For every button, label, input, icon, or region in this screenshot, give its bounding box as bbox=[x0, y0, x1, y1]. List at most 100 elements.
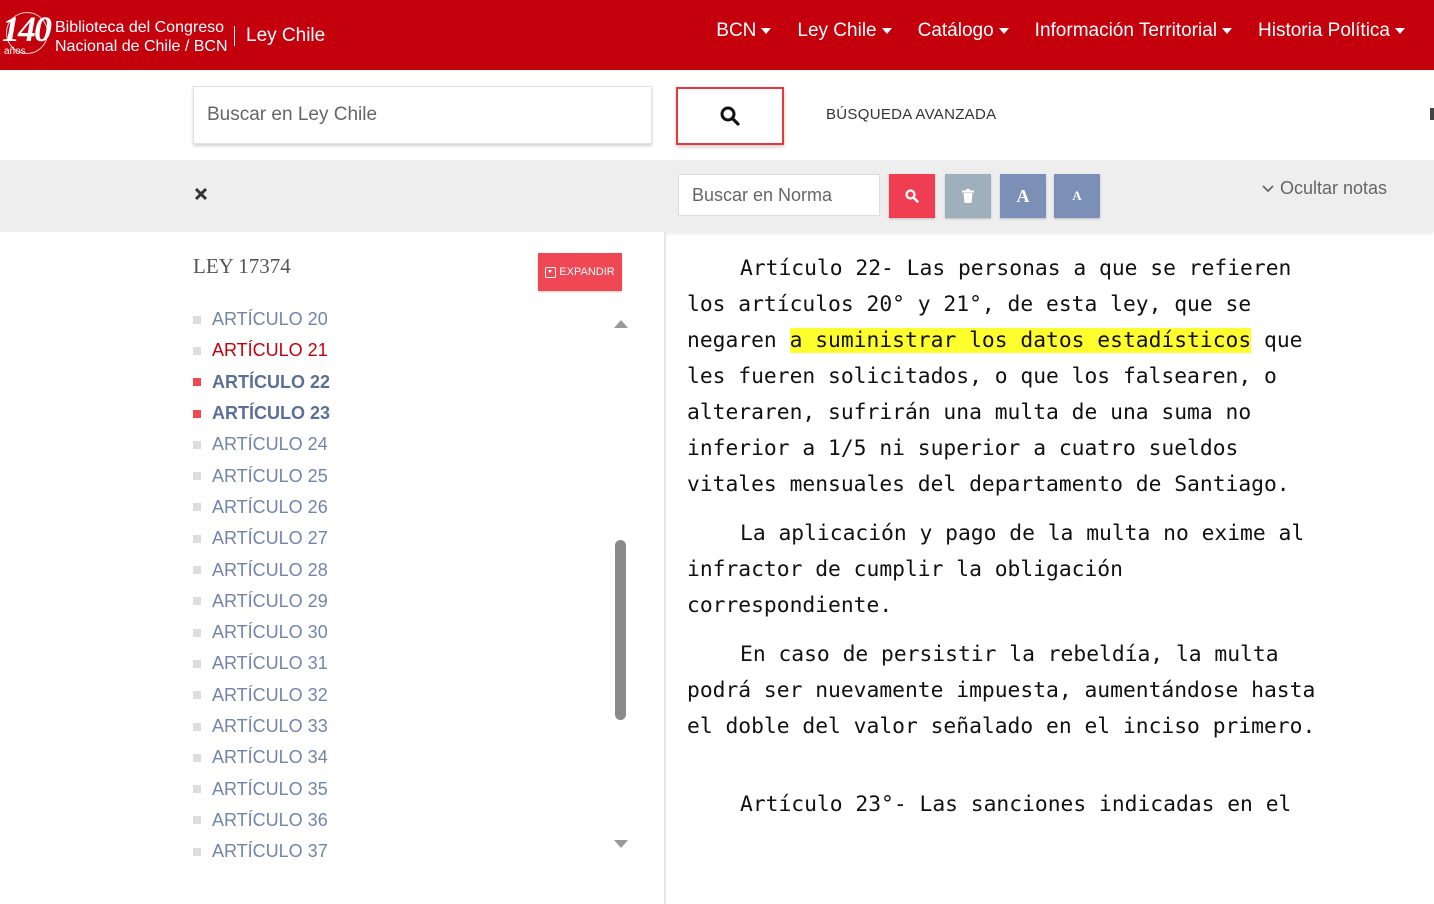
caret-down-icon bbox=[761, 28, 772, 34]
caret-down-icon bbox=[1222, 28, 1232, 34]
app-name-link[interactable]: Ley Chile bbox=[246, 25, 325, 47]
bullet-square-icon bbox=[193, 628, 201, 637]
logo-years: años bbox=[4, 46, 26, 57]
font-decrease-button[interactable]: A bbox=[1054, 174, 1100, 218]
font-increase-button[interactable]: A bbox=[1000, 174, 1046, 218]
scroll-up-arrow-icon[interactable] bbox=[614, 320, 628, 328]
toc-article-label: ARTÍCULO 35 bbox=[212, 778, 328, 799]
close-icon[interactable] bbox=[192, 184, 210, 204]
law-text: Artículo 22- Las personas a que se refie… bbox=[687, 251, 1327, 836]
document-toolbar: A A Ocultar notas bbox=[0, 160, 1434, 232]
toc-article-label: ARTÍCULO 37 bbox=[212, 841, 328, 862]
law-title: LEY 17374 bbox=[193, 254, 291, 278]
nav-informacion-territorial[interactable]: Información Territorial bbox=[1022, 20, 1245, 42]
bullet-square-icon bbox=[193, 597, 201, 606]
org-name[interactable]: Biblioteca del Congreso Nacional de Chil… bbox=[55, 18, 228, 56]
search-icon bbox=[720, 106, 740, 126]
org-name-line1: Biblioteca del Congreso bbox=[55, 19, 224, 36]
toc-article-item[interactable]: ARTÍCULO 22 bbox=[193, 367, 330, 398]
logo-number: 140 bbox=[2, 9, 52, 49]
chevron-down-icon bbox=[1262, 184, 1274, 192]
bullet-square-icon bbox=[193, 847, 201, 856]
toc-article-label: ARTÍCULO 28 bbox=[212, 559, 328, 580]
toc-article-item[interactable]: ARTÍCULO 20 bbox=[193, 304, 330, 335]
bullet-square-icon bbox=[193, 503, 201, 512]
nav-catalogo[interactable]: Catálogo bbox=[905, 20, 1022, 42]
table-of-contents: LEY 17374 EXPANDIR ARTÍCULO 20 ARTÍCULO 2… bbox=[0, 232, 666, 904]
main-search-button[interactable] bbox=[676, 87, 784, 145]
toc-article-label: ARTÍCULO 27 bbox=[212, 528, 328, 549]
bullet-square-icon bbox=[193, 691, 201, 700]
trash-icon bbox=[962, 189, 974, 203]
paragraph-article-23: Artículo 23°- Las sanciones indicadas en… bbox=[740, 792, 1292, 817]
toc-article-item[interactable]: ARTÍCULO 25 bbox=[193, 460, 330, 491]
bullet-square-icon bbox=[193, 472, 201, 481]
anniversary-emblem: 140 años bbox=[0, 4, 52, 64]
toc-article-item[interactable]: ARTÍCULO 37 bbox=[193, 836, 330, 867]
toc-article-label: ARTÍCULO 30 bbox=[212, 622, 328, 643]
nav-bcn-label: BCN bbox=[716, 20, 757, 41]
nav-bcn[interactable]: BCN bbox=[703, 20, 784, 42]
toc-article-item[interactable]: ARTÍCULO 34 bbox=[193, 742, 330, 773]
toc-article-item[interactable]: ARTÍCULO 33 bbox=[193, 711, 330, 742]
toc-article-label: ARTÍCULO 33 bbox=[212, 716, 328, 736]
bullet-square-icon bbox=[193, 315, 201, 324]
toc-article-item[interactable]: ARTÍCULO 27 bbox=[193, 523, 330, 554]
main-search-input[interactable] bbox=[193, 86, 652, 144]
toc-article-label: ARTÍCULO 29 bbox=[212, 590, 328, 611]
clear-search-button[interactable] bbox=[945, 174, 991, 218]
hide-notes-toggle[interactable]: Ocultar notas bbox=[1262, 178, 1387, 199]
expand-label: EXPANDIR bbox=[559, 266, 615, 278]
toc-article-item[interactable]: ARTÍCULO 29 bbox=[193, 586, 330, 617]
toc-article-item[interactable]: ARTÍCULO 23 bbox=[193, 398, 330, 429]
main-nav: BCN Ley Chile Catálogo Información Terri… bbox=[703, 20, 1418, 42]
hide-notes-label: Ocultar notas bbox=[1280, 178, 1388, 198]
highlighted-text: a suministrar los datos estadísticos bbox=[789, 328, 1252, 353]
search-icon bbox=[905, 189, 919, 203]
bullet-square-icon bbox=[193, 566, 201, 575]
toc-article-label: ARTÍCULO 26 bbox=[212, 496, 328, 517]
search-bar: BÚSQUEDA AVANZADA bbox=[0, 70, 1434, 160]
close-x-glyph bbox=[194, 187, 208, 201]
bullet-square-icon bbox=[193, 409, 201, 418]
bullet-square-icon bbox=[193, 785, 201, 794]
toc-article-item[interactable]: ARTÍCULO 31 bbox=[193, 648, 330, 679]
bullet-square-icon bbox=[193, 378, 201, 387]
scroll-down-arrow-icon[interactable] bbox=[614, 840, 628, 848]
nav-ley-chile[interactable]: Ley Chile bbox=[784, 20, 904, 42]
bullet-square-icon bbox=[193, 440, 201, 449]
toc-article-item[interactable]: ARTÍCULO 24 bbox=[193, 429, 330, 460]
toc-article-label: ARTÍCULO 21 bbox=[212, 340, 328, 361]
toc-article-label: ARTÍCULO 36 bbox=[212, 809, 328, 830]
paragraph-article-22: Artículo 22- Las personas a que se refie… bbox=[687, 251, 1327, 503]
toc-article-label: ARTÍCULO 22 bbox=[212, 371, 331, 392]
bullet-square-icon bbox=[193, 534, 201, 543]
nav-historia-politica-label: Historia Política bbox=[1258, 20, 1390, 41]
toc-article-item[interactable]: ARTÍCULO 28 bbox=[193, 554, 330, 585]
menu-icon[interactable] bbox=[1430, 108, 1434, 120]
bcn-logo[interactable]: 140 años bbox=[0, 2, 52, 66]
toc-article-item[interactable]: ARTÍCULO 36 bbox=[193, 805, 330, 836]
bullet-square-icon bbox=[193, 346, 201, 355]
advanced-search-link[interactable]: BÚSQUEDA AVANZADA bbox=[826, 106, 996, 123]
norm-search-input[interactable] bbox=[678, 174, 880, 216]
toc-article-label: ARTÍCULO 23 bbox=[212, 403, 331, 424]
caret-down-icon bbox=[998, 28, 1009, 34]
org-name-line2: Nacional de Chile / BCN bbox=[55, 38, 228, 55]
text-segment: que les fueren solicitados, o que los fa… bbox=[687, 328, 1303, 497]
nav-historia-politica[interactable]: Historia Política bbox=[1245, 20, 1418, 42]
toc-article-item[interactable]: ARTÍCULO 26 bbox=[193, 492, 330, 523]
toc-article-item[interactable]: ARTÍCULO 21 bbox=[193, 335, 330, 366]
norm-search-button[interactable] bbox=[889, 174, 935, 218]
top-navbar: 140 años Biblioteca del Congreso Naciona… bbox=[0, 0, 1434, 70]
toc-article-item[interactable]: ARTÍCULO 32 bbox=[193, 680, 330, 711]
expand-button[interactable]: EXPANDIR bbox=[538, 253, 622, 291]
nav-ley-chile-label: Ley Chile bbox=[797, 20, 877, 41]
scrollbar-thumb[interactable] bbox=[615, 540, 626, 720]
toc-article-item[interactable]: ARTÍCULO 30 bbox=[193, 617, 330, 648]
toc-article-label: ARTÍCULO 31 bbox=[212, 653, 328, 674]
toc-article-label: ARTÍCULO 34 bbox=[212, 747, 328, 768]
nav-informacion-territorial-label: Información Territorial bbox=[1034, 20, 1217, 41]
toc-article-label: ARTÍCULO 24 bbox=[212, 434, 328, 455]
toc-article-item[interactable]: ARTÍCULO 35 bbox=[193, 773, 330, 804]
